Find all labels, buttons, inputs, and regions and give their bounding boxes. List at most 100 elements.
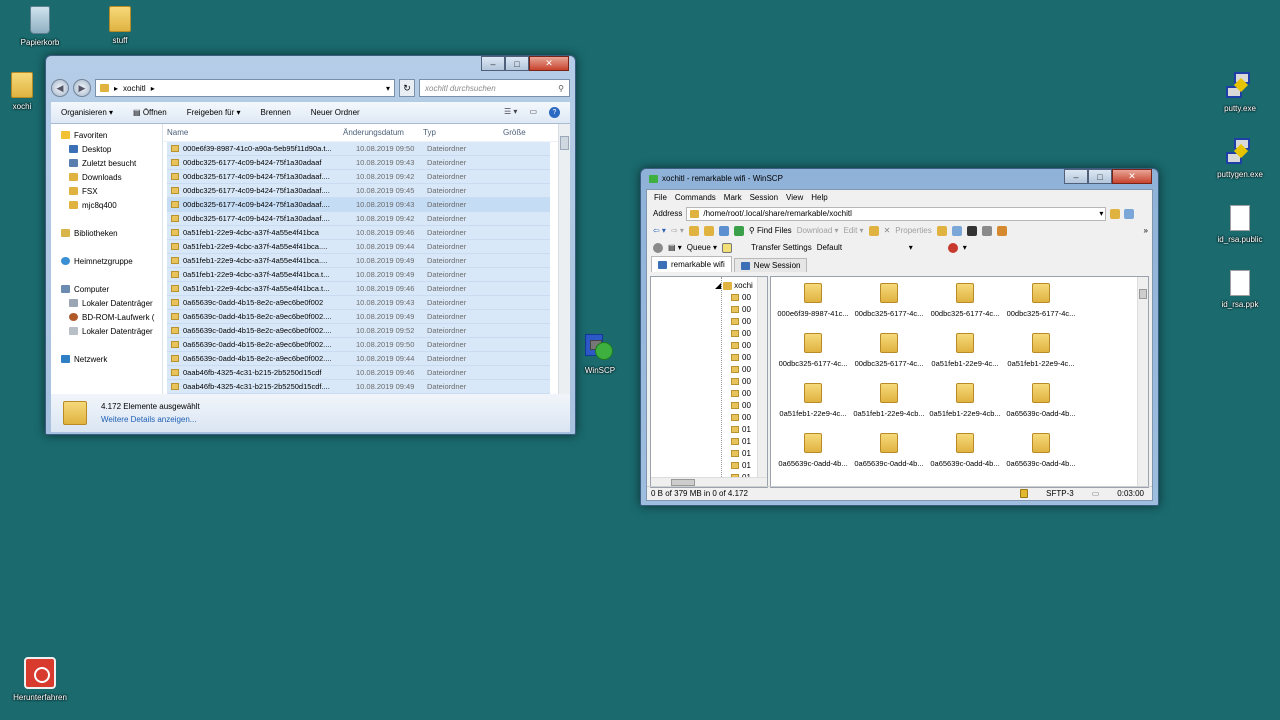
menu-help[interactable]: Help xyxy=(811,193,827,202)
file-icon-item[interactable]: 00dbc325-6177-4c... xyxy=(1003,283,1079,333)
column-type[interactable]: Typ xyxy=(419,128,499,137)
preferences-icon[interactable] xyxy=(996,225,1007,236)
file-icon-item[interactable]: 0a65639c-0add-4b... xyxy=(927,433,1003,483)
parent-directory-icon[interactable] xyxy=(688,225,699,236)
nav-libraries[interactable]: Bibliotheken xyxy=(61,226,162,240)
nav-local-disk-2[interactable]: Lokaler Datenträger xyxy=(61,324,162,338)
directory-tree[interactable]: ◢xochi 00000000000000000000000101010101 xyxy=(650,276,768,488)
maximize-button[interactable]: □ xyxy=(505,56,529,71)
transfer-settings-select[interactable]: Default ▾ xyxy=(817,243,913,252)
table-row[interactable]: 0aab46fb-4325-4c31-b215-2b5250d15cdf 10.0… xyxy=(167,366,550,380)
nav-bdrom[interactable]: BD-ROM-Laufwerk ( xyxy=(61,310,162,324)
tab-remarkable-wifi[interactable]: remarkable wifi xyxy=(651,256,732,272)
close-button[interactable]: ✕ xyxy=(529,56,569,71)
table-row[interactable]: 00dbc325-6177-4c09-b424-75f1a30adaaf 10.0… xyxy=(167,156,550,170)
desktop-icon-xochi[interactable]: xochi xyxy=(0,72,44,111)
file-icon-item[interactable]: 0a51feb1-22e9-4c... xyxy=(1003,333,1079,383)
desktop-icon-id-rsa-ppk[interactable]: id_rsa.ppk xyxy=(1205,270,1275,309)
tree-item[interactable]: 01 xyxy=(731,435,751,447)
tree-item[interactable]: 01 xyxy=(731,459,751,471)
table-row[interactable]: 0a65639c-0add-4b15-8e2c-a9ec6be0f002....… xyxy=(167,338,550,352)
tree-item[interactable]: 00 xyxy=(731,387,751,399)
desktop-icon-putty[interactable]: putty.exe xyxy=(1205,72,1275,113)
file-icon-item[interactable]: 0a51feb1-22e9-4c... xyxy=(927,333,1003,383)
forward-icon[interactable]: ⇨ ▾ xyxy=(671,226,684,235)
menu-commands[interactable]: Commands xyxy=(675,193,716,202)
new-folder-button[interactable]: Neuer Ordner xyxy=(311,108,360,117)
explorer-address-bar[interactable]: ▸ xochitl ▸ ▾ xyxy=(95,79,395,97)
column-date[interactable]: Änderungsdatum xyxy=(339,128,419,137)
nav-local-disk[interactable]: Lokaler Datenträger xyxy=(61,296,162,310)
tree-item[interactable]: 00 xyxy=(731,375,751,387)
chevron-down-icon[interactable]: ▾ xyxy=(386,84,390,93)
putty-icon[interactable] xyxy=(981,225,992,236)
transfer-icon[interactable] xyxy=(722,242,733,253)
address-input[interactable]: /home/root/.local/share/remarkable/xochi… xyxy=(686,206,1107,221)
new-folder-icon[interactable] xyxy=(936,225,947,236)
desktop-icon-shutdown[interactable]: Herunterfahren xyxy=(5,657,75,702)
back-button[interactable]: ◀ xyxy=(51,79,69,97)
view-icon[interactable]: ▤ ▾ xyxy=(668,243,682,252)
winscp-window[interactable]: xochitl - remarkable wifi - WinSCP – □ ✕… xyxy=(640,168,1159,506)
table-row[interactable]: 00dbc325-6177-4c09-b424-75f1a30adaaf....… xyxy=(167,212,550,226)
table-row[interactable]: 0a51feb1-22e9-4cbc-a37f-4a55e4f41bca 10.0… xyxy=(167,226,550,240)
column-name[interactable]: Name xyxy=(163,128,339,137)
explorer-window[interactable]: – □ ✕ ◀ ▶ ▸ xochitl ▸ ▾ ↻ xochitl durchs… xyxy=(45,55,576,435)
breadcrumb[interactable]: xochitl xyxy=(123,84,146,93)
files-vertical-scrollbar[interactable] xyxy=(1137,277,1148,487)
queue-button[interactable]: Queue ▾ xyxy=(687,243,717,252)
organize-button[interactable]: Organisieren ▾ xyxy=(61,108,113,117)
chevron-down-icon[interactable]: ▾ xyxy=(1099,209,1105,218)
table-row[interactable]: 0a51feb1-22e9-4cbc-a37f-4a55e4f41bca.t..… xyxy=(167,282,550,296)
tree-item[interactable]: 00 xyxy=(731,399,751,411)
tab-new-session[interactable]: New Session xyxy=(733,258,808,272)
menu-session[interactable]: Session xyxy=(750,193,778,202)
sync-icon[interactable] xyxy=(951,225,962,236)
table-row[interactable]: 0aab46fb-4325-4c31-b215-2b5250d15cdf....… xyxy=(167,380,550,394)
scrollbar-thumb[interactable] xyxy=(560,136,569,150)
table-row[interactable]: 000e6f39-8987-41c0-a90a-5eb95f11d90a.t..… xyxy=(167,142,550,156)
more-details-link[interactable]: Weitere Details anzeigen... xyxy=(101,415,200,424)
table-row[interactable]: 0a65639c-0add-4b15-8e2c-a9ec6be0f002....… xyxy=(167,310,550,324)
root-directory-icon[interactable] xyxy=(703,225,714,236)
menu-view[interactable]: View xyxy=(786,193,803,202)
tree-item[interactable]: 00 xyxy=(731,363,751,375)
file-icon-item[interactable]: 0a51feb1-22e9-4c... xyxy=(775,383,851,433)
properties-button[interactable]: Properties xyxy=(895,226,931,235)
table-row[interactable]: 00dbc325-6177-4c09-b424-75f1a30adaaf....… xyxy=(167,198,550,212)
nav-favorites[interactable]: Favoriten xyxy=(61,128,162,142)
delete-icon[interactable]: ✕ xyxy=(884,226,891,235)
table-row[interactable]: 0a65639c-0add-4b15-8e2c-a9ec6be0f002 10.0… xyxy=(167,296,550,310)
refresh-button[interactable]: ↻ xyxy=(399,79,415,97)
back-icon[interactable]: ⇦ ▾ xyxy=(653,226,666,235)
chevron-down-icon[interactable]: ▾ xyxy=(963,243,967,252)
desktop-icon-id-rsa-public[interactable]: id_rsa.public xyxy=(1205,205,1275,244)
download-button[interactable]: Download ▾ xyxy=(797,226,839,235)
table-row[interactable]: 0a51feb1-22e9-4cbc-a37f-4a55e4f41bca.t..… xyxy=(167,268,550,282)
new-folder-icon[interactable] xyxy=(868,225,879,236)
nav-downloads[interactable]: Downloads xyxy=(61,170,162,184)
file-icon-item[interactable]: 00dbc325-6177-4c... xyxy=(851,283,927,333)
file-icon-item[interactable]: 0a65639c-0add-4b... xyxy=(775,433,851,483)
nav-mjc8q400[interactable]: mjc8q400 xyxy=(61,198,162,212)
edit-button[interactable]: Edit ▾ xyxy=(844,226,864,235)
table-row[interactable]: 0a51feb1-22e9-4cbc-a37f-4a55e4f41bca....… xyxy=(167,240,550,254)
minimize-button[interactable]: – xyxy=(1064,169,1088,184)
file-icon-item[interactable]: 0a65639c-0add-4b... xyxy=(1003,433,1079,483)
tree-item[interactable]: 00 xyxy=(731,339,751,351)
nav-fsx[interactable]: FSX xyxy=(61,184,162,198)
share-button[interactable]: Freigeben für ▾ xyxy=(187,108,241,117)
tree-root[interactable]: ◢ xochi xyxy=(715,281,753,290)
nav-computer[interactable]: Computer xyxy=(61,282,162,296)
minimize-button[interactable]: – xyxy=(481,56,505,71)
nav-homegroup[interactable]: Heimnetzgruppe xyxy=(61,254,162,268)
tree-vertical-scrollbar[interactable] xyxy=(757,277,767,477)
search-input[interactable]: xochitl durchsuchen ⚲ xyxy=(419,79,570,97)
disconnect-icon[interactable] xyxy=(947,242,958,253)
desktop-icon-stuff[interactable]: stuff xyxy=(85,6,155,45)
tree-item[interactable]: 00 xyxy=(731,411,751,423)
nav-desktop[interactable]: Desktop xyxy=(61,142,162,156)
file-icon-item[interactable]: 0a51feb1-22e9-4cb... xyxy=(851,383,927,433)
table-row[interactable]: 0a65639c-0add-4b15-8e2c-a9ec6be0f002....… xyxy=(167,352,550,366)
tree-item[interactable]: 00 xyxy=(731,291,751,303)
